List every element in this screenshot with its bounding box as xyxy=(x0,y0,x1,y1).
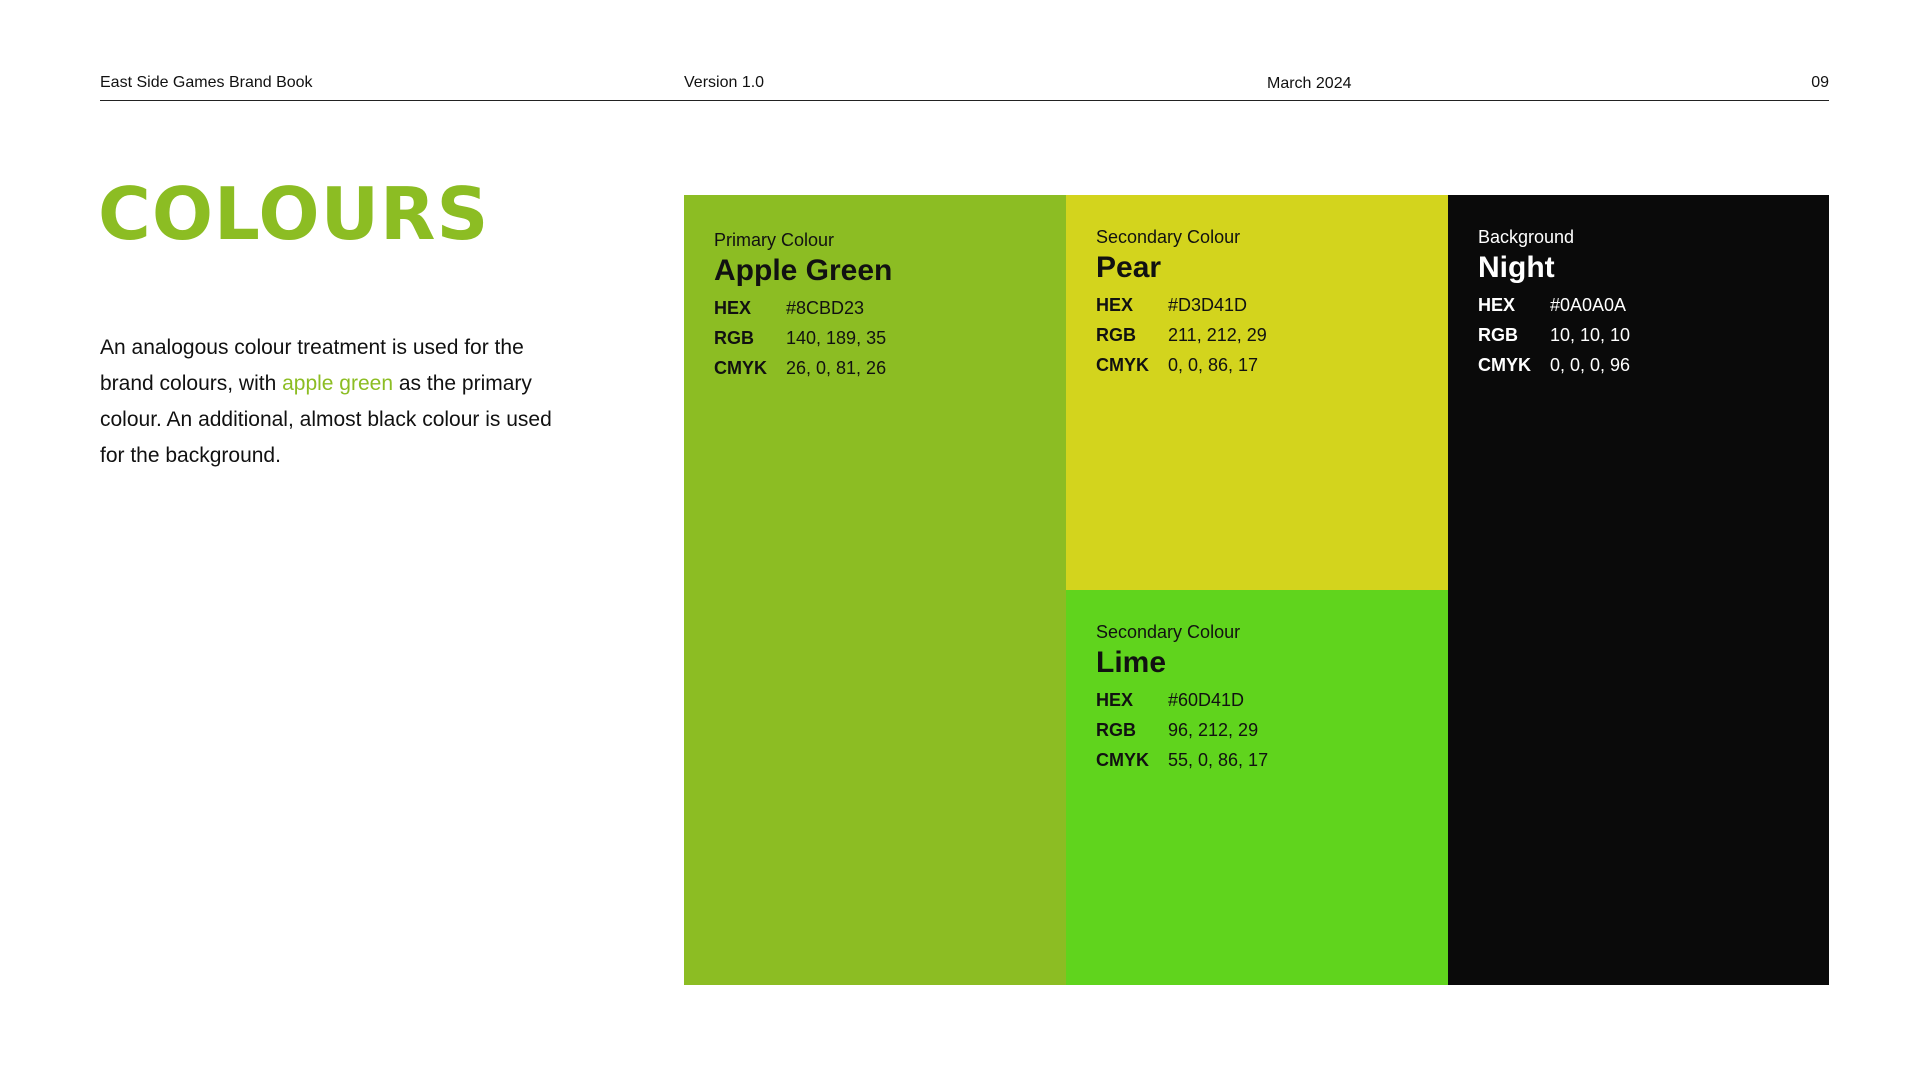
cmyk-label: CMYK xyxy=(1096,750,1149,770)
rgb-value: 10, 10, 10 xyxy=(1550,325,1631,345)
intro-paragraph: An analogous colour treatment is used fo… xyxy=(100,330,580,474)
version-label: Version 1.0 xyxy=(684,74,765,91)
date-label: March 2024 xyxy=(1267,75,1352,92)
swatch-name: Apple Green xyxy=(714,254,893,287)
cmyk-value: 26, 0, 81, 26 xyxy=(786,358,887,378)
rgb-value: 140, 189, 35 xyxy=(786,328,887,348)
hex-value: #0A0A0A xyxy=(1550,295,1627,315)
swatch-kind: Primary Colour xyxy=(714,230,835,250)
hex-row: HEX #0A0A0A xyxy=(1478,290,1799,320)
hex-label: HEX xyxy=(1478,295,1516,315)
cmyk-value: 55, 0, 86, 17 xyxy=(1168,750,1269,770)
swatch-kind: Secondary Colour xyxy=(1096,227,1241,247)
swatch-pear: Secondary Colour Pear HEX #D3D41D RGB 21… xyxy=(1066,195,1448,590)
hex-row: HEX #D3D41D xyxy=(1096,290,1418,320)
rgb-label: RGB xyxy=(1096,325,1136,345)
hex-value: #60D41D xyxy=(1168,690,1245,710)
page-number: 09 xyxy=(1811,74,1829,91)
hex-value: #D3D41D xyxy=(1168,295,1248,315)
hex-row: HEX #8CBD23 xyxy=(714,293,1036,323)
rgb-label: RGB xyxy=(714,328,754,348)
swatch-kind: Background xyxy=(1478,227,1575,247)
swatch-apple-green: Primary Colour Apple Green HEX #8CBD23 R… xyxy=(684,195,1066,985)
hex-label: HEX xyxy=(1096,690,1134,710)
cmyk-value: 0, 0, 0, 96 xyxy=(1550,355,1631,375)
cmyk-row: CMYK 0, 0, 86, 17 xyxy=(1096,350,1418,380)
cmyk-label: CMYK xyxy=(714,358,767,378)
swatch-kind: Secondary Colour xyxy=(1096,622,1241,642)
rgb-row: RGB 211, 212, 29 xyxy=(1096,320,1418,350)
swatch-night: Background Night HEX #0A0A0A RGB 10, 10,… xyxy=(1448,195,1829,985)
swatch-name: Night xyxy=(1478,251,1555,284)
cmyk-label: CMYK xyxy=(1478,355,1531,375)
hex-label: HEX xyxy=(714,298,752,318)
rgb-value: 211, 212, 29 xyxy=(1168,325,1267,345)
rgb-row: RGB 96, 212, 29 xyxy=(1096,715,1418,745)
swatch-lime: Secondary Colour Lime HEX #60D41D RGB 96… xyxy=(1066,590,1448,985)
page-title: COLOURS xyxy=(98,172,490,256)
cmyk-value: 0, 0, 86, 17 xyxy=(1168,355,1259,375)
cmyk-label: CMYK xyxy=(1096,355,1149,375)
rgb-row: RGB 10, 10, 10 xyxy=(1478,320,1799,350)
cmyk-row: CMYK 26, 0, 81, 26 xyxy=(714,353,1036,383)
cmyk-row: CMYK 0, 0, 0, 96 xyxy=(1478,350,1799,380)
hex-value: #8CBD23 xyxy=(786,298,865,318)
document-title: East Side Games Brand Book xyxy=(100,74,313,91)
rgb-row: RGB 140, 189, 35 xyxy=(714,323,1036,353)
rgb-label: RGB xyxy=(1478,325,1518,345)
hex-label: HEX xyxy=(1096,295,1134,315)
swatch-name: Lime xyxy=(1096,646,1167,679)
intro-highlight: apple green xyxy=(282,372,394,395)
hex-row: HEX #60D41D xyxy=(1096,685,1418,715)
brand-book-page: East Side Games Brand Book Version 1.0 M… xyxy=(0,0,1920,1080)
cmyk-row: CMYK 55, 0, 86, 17 xyxy=(1096,745,1418,775)
rgb-label: RGB xyxy=(1096,720,1136,740)
swatch-name: Pear xyxy=(1096,251,1162,284)
rgb-value: 96, 212, 29 xyxy=(1168,720,1259,740)
page-header: East Side Games Brand Book Version 1.0 M… xyxy=(100,74,1829,101)
